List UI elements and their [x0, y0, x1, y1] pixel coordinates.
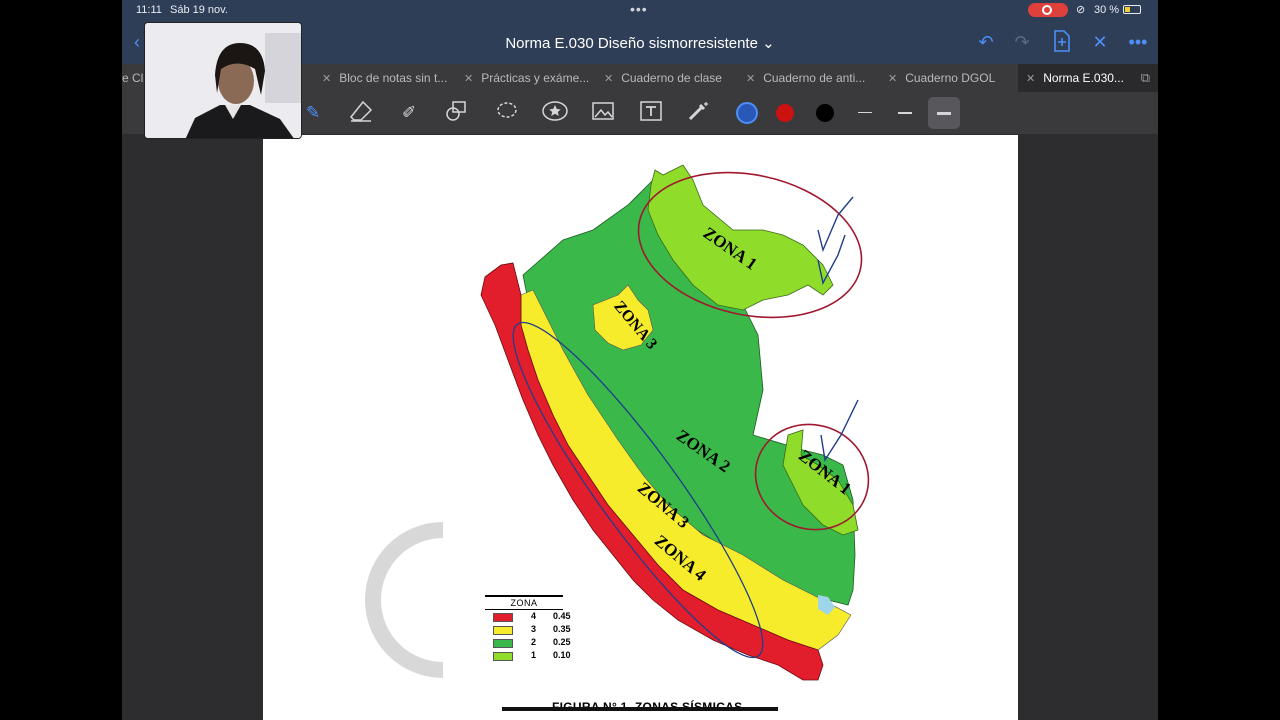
stroke-medium-option[interactable] [898, 112, 912, 114]
tab-close-icon[interactable]: ✕ [604, 73, 613, 85]
webcam-overlay[interactable] [144, 22, 302, 139]
tab-item-active[interactable]: ✕ Norma E.030... [1018, 64, 1158, 92]
status-time: 11:11 [136, 4, 162, 16]
undo-icon[interactable]: ↶ [974, 30, 998, 54]
legend-row: 4 0.45 [485, 611, 605, 623]
close-toolbar-icon[interactable]: ✕ [1088, 30, 1112, 54]
legend-value: 0.45 [553, 611, 571, 621]
split-view-icon[interactable]: ⧉ [1141, 70, 1150, 86]
handwritten-underline [502, 707, 778, 711]
tab-item[interactable]: ✕ Cuaderno de anti... [746, 64, 886, 92]
multitasking-dots-icon[interactable]: ••• [630, 1, 648, 17]
tab-item[interactable]: ✕ Prácticas y exáme... [464, 64, 604, 92]
stroke-thin-option[interactable] [858, 112, 872, 113]
legend-zone: 1 [531, 650, 537, 660]
tab-item[interactable]: ✕ Cuaderno DGOL [888, 64, 1018, 92]
tab-label: Norma E.030... [1043, 71, 1124, 85]
more-options-icon[interactable]: ••• [1126, 30, 1150, 54]
redo-icon[interactable]: ↷ [1010, 30, 1034, 54]
color-swatch-red[interactable] [776, 104, 794, 122]
legend-row: 3 0.35 [485, 624, 605, 636]
presenter-video [145, 23, 301, 138]
tab-label: Cuaderno de clase [621, 71, 722, 85]
tab-close-icon[interactable]: ✕ [746, 73, 755, 85]
legend-header: ZONA [485, 595, 563, 610]
tab-label: Cuaderno DGOL [905, 71, 996, 85]
status-date: Sáb 19 nov. [170, 4, 228, 16]
legend-row: 1 0.10 [485, 650, 605, 662]
tab-item[interactable]: ✕ Cuaderno de clase [604, 64, 744, 92]
legend-zone: 2 [531, 637, 537, 647]
screen-recording-icon[interactable] [1028, 3, 1068, 17]
legend-swatch [493, 613, 513, 622]
tab-close-icon[interactable]: ✕ [888, 73, 897, 85]
image-tool-icon[interactable] [590, 100, 616, 126]
seismic-zones-map: ZONA 1 ZONA 2 ZONA 3 ZONA 3 ZONA 4 ZONA … [365, 164, 870, 681]
laser-pointer-icon[interactable] [686, 100, 712, 126]
color-swatch-blue[interactable] [736, 102, 758, 124]
shapes-tool-icon[interactable] [444, 100, 470, 126]
tab-label: Prácticas y exáme... [481, 71, 590, 85]
handwritten-checkmark-blue [820, 399, 859, 462]
tab-close-icon[interactable]: ✕ [1026, 73, 1035, 85]
sticker-tool-icon[interactable] [542, 100, 568, 126]
battery-percent: 30 % [1094, 4, 1120, 16]
document-page[interactable]: ZONA 1 ZONA 2 ZONA 3 ZONA 3 ZONA 4 ZONA … [263, 135, 1018, 720]
handwritten-checkmark-blue [817, 234, 846, 286]
tab-label: Cuaderno de anti... [763, 71, 866, 85]
legend-zone: 4 [531, 611, 537, 621]
stroke-thick-option[interactable] [937, 112, 951, 115]
legend-swatch [493, 652, 513, 661]
legend-zone: 3 [531, 624, 537, 634]
legend-row: 2 0.25 [485, 637, 605, 649]
eraser-tool-icon[interactable] [348, 100, 374, 126]
legend-swatch [493, 639, 513, 648]
tab-close-icon[interactable]: ✕ [464, 73, 473, 85]
legend-value: 0.35 [553, 624, 571, 634]
status-bar: 11:11 Sáb 19 nov. ••• ⊘ 30 % [122, 0, 1158, 20]
text-tool-icon[interactable] [638, 100, 664, 126]
tab-label: Bloc de notas sin t... [339, 71, 448, 85]
link-icon: ⊘ [1076, 4, 1086, 16]
legend-value: 0.25 [553, 637, 571, 647]
tab-item[interactable]: ✕ Bloc de notas sin t... [322, 64, 458, 92]
lasso-tool-icon[interactable] [494, 100, 520, 126]
pen-tool-icon[interactable]: ✎ [300, 100, 326, 126]
battery-icon [1123, 5, 1141, 14]
add-page-icon[interactable] [1050, 30, 1074, 54]
map-legend: ZONA 4 0.45 3 0.35 2 0.25 1 0.10 [485, 595, 605, 662]
legend-value: 0.10 [553, 650, 571, 660]
color-swatch-black[interactable] [816, 104, 834, 122]
highlighter-tool-icon[interactable]: ✐ [396, 100, 422, 126]
watermark-logo [365, 522, 444, 678]
tab-close-icon[interactable]: ✕ [322, 73, 331, 85]
legend-swatch [493, 626, 513, 635]
